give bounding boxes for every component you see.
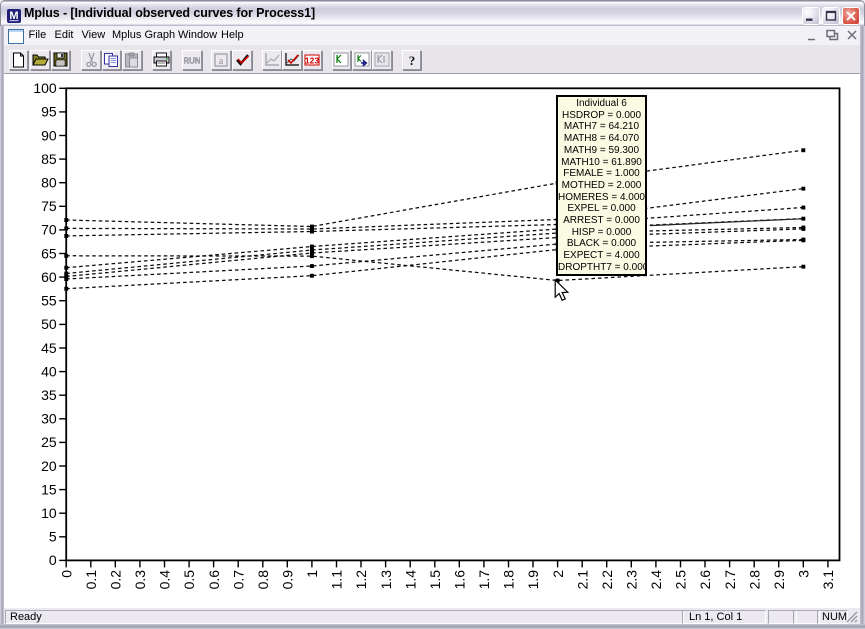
svg-text:0.2: 0.2: [108, 570, 124, 590]
svg-text:0.7: 0.7: [230, 570, 246, 590]
svg-text:0: 0: [49, 552, 57, 568]
svg-text:60: 60: [41, 269, 57, 285]
svg-text:55: 55: [41, 293, 57, 309]
svg-text:0.6: 0.6: [206, 570, 222, 590]
svg-text:100: 100: [33, 80, 57, 96]
svg-text:0.1: 0.1: [83, 570, 99, 590]
svg-text:20: 20: [41, 458, 57, 474]
svg-text:90: 90: [41, 127, 57, 143]
svg-text:2.7: 2.7: [722, 570, 738, 590]
svg-text:40: 40: [41, 363, 57, 379]
svg-text:2.6: 2.6: [697, 570, 713, 590]
svg-text:0.5: 0.5: [181, 570, 197, 590]
svg-text:45: 45: [41, 340, 57, 356]
svg-text:35: 35: [41, 387, 57, 403]
svg-text:2.2: 2.2: [599, 570, 615, 590]
svg-text:2.9: 2.9: [771, 570, 787, 590]
svg-text:1.8: 1.8: [501, 570, 517, 590]
svg-text:30: 30: [41, 411, 57, 427]
svg-text:1.1: 1.1: [329, 570, 345, 590]
svg-text:3: 3: [796, 570, 812, 578]
svg-text:5: 5: [49, 529, 57, 545]
svg-text:3.1: 3.1: [820, 570, 836, 590]
svg-text:2.1: 2.1: [574, 570, 590, 590]
svg-text:15: 15: [41, 481, 57, 497]
svg-text:65: 65: [41, 245, 57, 261]
svg-text:0: 0: [58, 570, 74, 578]
svg-text:50: 50: [41, 316, 57, 332]
svg-text:1.4: 1.4: [402, 570, 418, 590]
svg-text:2.4: 2.4: [648, 570, 664, 590]
svg-text:80: 80: [41, 175, 57, 191]
svg-text:1: 1: [304, 570, 320, 578]
svg-text:1.2: 1.2: [353, 570, 369, 590]
svg-text:0.4: 0.4: [157, 570, 173, 590]
svg-text:70: 70: [41, 222, 57, 238]
svg-text:2.3: 2.3: [624, 570, 640, 590]
svg-text:0.3: 0.3: [132, 570, 148, 590]
svg-text:10: 10: [41, 505, 57, 521]
svg-text:2: 2: [550, 570, 566, 578]
svg-text:1.5: 1.5: [427, 570, 443, 590]
svg-text:25: 25: [41, 434, 57, 450]
svg-text:2.5: 2.5: [673, 570, 689, 590]
svg-text:75: 75: [41, 198, 57, 214]
svg-text:1.3: 1.3: [378, 570, 394, 590]
svg-text:95: 95: [41, 104, 57, 120]
svg-text:1.7: 1.7: [476, 570, 492, 590]
svg-text:85: 85: [41, 151, 57, 167]
svg-text:0.8: 0.8: [255, 570, 271, 590]
svg-text:1.9: 1.9: [525, 570, 541, 590]
svg-text:0.9: 0.9: [280, 570, 296, 590]
svg-text:2.8: 2.8: [746, 570, 762, 590]
svg-text:1.6: 1.6: [452, 570, 468, 590]
